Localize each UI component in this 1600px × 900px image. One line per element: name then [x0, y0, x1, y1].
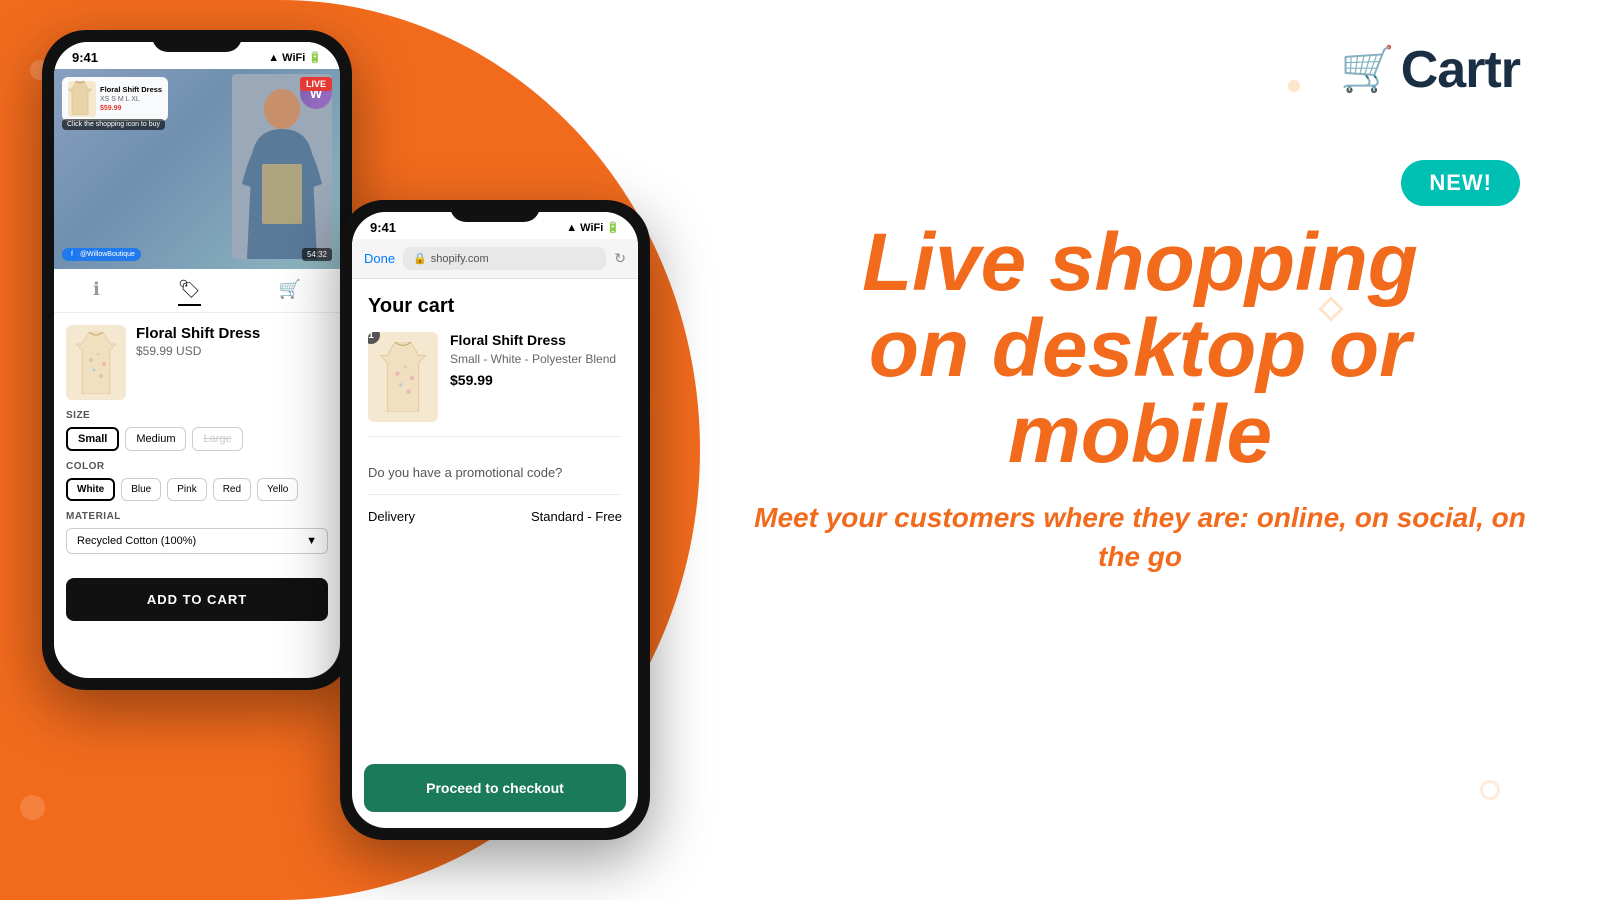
- popup-info: Floral Shift Dress XS S M L XL $59.99: [100, 85, 162, 113]
- color-blue[interactable]: Blue: [121, 478, 161, 501]
- product-dress-svg: [76, 332, 116, 394]
- product-name: Floral Shift Dress: [136, 325, 328, 342]
- checkout-button[interactable]: Proceed to checkout: [364, 764, 626, 812]
- back-phone-screen: 9:41 ▲ WiFi 🔋: [54, 42, 340, 678]
- color-red[interactable]: Red: [213, 478, 251, 501]
- back-phone-frame: 9:41 ▲ WiFi 🔋: [42, 30, 352, 690]
- front-phone-frame: 9:41 ▲ WiFi 🔋 Done 🔒 shopify.com ↻ Your …: [340, 200, 650, 840]
- color-yellow[interactable]: Yello: [257, 478, 298, 501]
- fb-bar: f @WillowBoutique: [62, 248, 141, 261]
- live-video-area: Floral Shift Dress XS S M L XL $59.99 Cl…: [54, 69, 340, 269]
- video-timestamp: 54:32: [302, 248, 332, 261]
- cart-item-price: $59.99: [450, 372, 622, 388]
- size-section: SIZE Small Medium Large: [66, 410, 328, 451]
- color-white[interactable]: White: [66, 478, 115, 501]
- color-options: White Blue Pink Red Yello: [66, 478, 328, 501]
- cart-item-variant: Small - White - Polyester Blend: [450, 352, 622, 366]
- logo-area: 🛒 Cartr: [1340, 40, 1520, 100]
- logo-text: Cartr: [1401, 40, 1520, 100]
- size-label: SIZE: [66, 410, 328, 421]
- promo-code-row[interactable]: Do you have a promotional code?: [368, 451, 622, 495]
- headline-sub: Meet your customers where they are: onli…: [730, 498, 1550, 576]
- cart-content: Your cart 1: [352, 279, 638, 795]
- nav-info-icon[interactable]: ℹ: [93, 279, 100, 306]
- headline-main: Live shopping on desktop or mobile: [730, 220, 1550, 478]
- back-phone-time: 9:41: [72, 50, 98, 65]
- click-hint: Click the shopping icon to buy: [62, 119, 165, 130]
- cart-dress-svg: [378, 342, 428, 412]
- refresh-icon[interactable]: ↻: [614, 250, 626, 267]
- product-thumbnail: [66, 325, 126, 400]
- cart-item-info: Floral Shift Dress Small - White - Polye…: [450, 332, 622, 388]
- front-phone-screen: 9:41 ▲ WiFi 🔋 Done 🔒 shopify.com ↻ Your …: [352, 212, 638, 828]
- size-options: Small Medium Large: [66, 427, 328, 451]
- back-phone-notch: [152, 30, 242, 52]
- url-bar[interactable]: 🔒 shopify.com: [403, 247, 606, 270]
- new-badge: NEW!: [1401, 160, 1520, 206]
- color-label: COLOR: [66, 461, 328, 472]
- browser-bar: Done 🔒 shopify.com ↻: [352, 239, 638, 279]
- cart-item-image: 1: [368, 332, 438, 422]
- size-medium[interactable]: Medium: [125, 427, 186, 451]
- delivery-value: Standard - Free: [531, 509, 622, 524]
- browser-done-button[interactable]: Done: [364, 251, 395, 266]
- product-price: $59.99 USD: [136, 344, 328, 358]
- live-badge: LIVE: [300, 77, 332, 91]
- deco-circle-outline: [1480, 780, 1500, 800]
- popup-product-image: [68, 81, 96, 117]
- size-small[interactable]: Small: [66, 427, 119, 451]
- front-phone: 9:41 ▲ WiFi 🔋 Done 🔒 shopify.com ↻ Your …: [340, 200, 650, 840]
- back-phone-status-icons: ▲ WiFi 🔋: [268, 51, 322, 64]
- deco-circle-3: [1288, 80, 1300, 92]
- material-section: MATERIAL Recycled Cotton (100%) ▼: [66, 511, 328, 554]
- delivery-row: Delivery Standard - Free: [368, 495, 622, 538]
- add-to-cart-button[interactable]: ADD TO CART: [66, 578, 328, 621]
- front-phone-time: 9:41: [370, 220, 396, 235]
- front-phone-status-icons: ▲ WiFi 🔋: [566, 221, 620, 234]
- front-phone-notch: [450, 200, 540, 222]
- delivery-label: Delivery: [368, 509, 415, 524]
- product-listing: Floral Shift Dress $59.99 USD SIZE Small…: [54, 313, 340, 566]
- logo-cart-icon: 🛒: [1340, 48, 1395, 92]
- cart-item: 1 Floral Shift Dress: [368, 332, 622, 437]
- headline-area: Live shopping on desktop or mobile Meet …: [730, 220, 1550, 577]
- nav-tag-icon[interactable]: 🏷: [178, 279, 201, 306]
- color-pink[interactable]: Pink: [167, 478, 206, 501]
- size-large: Large: [192, 427, 242, 451]
- cart-title: Your cart: [368, 295, 622, 318]
- material-select[interactable]: Recycled Cotton (100%) ▼: [66, 528, 328, 554]
- back-phone: 9:41 ▲ WiFi 🔋: [42, 30, 352, 690]
- app-nav: ℹ 🏷 🛒: [54, 269, 340, 313]
- product-info: Floral Shift Dress $59.99 USD: [136, 325, 328, 358]
- material-label: MATERIAL: [66, 511, 328, 522]
- color-section: COLOR White Blue Pink Red Yello: [66, 461, 328, 501]
- deco-circle-2: [20, 795, 45, 820]
- popup-dress-svg: [68, 81, 92, 115]
- nav-cart-icon[interactable]: 🛒: [279, 279, 301, 306]
- product-row: Floral Shift Dress $59.99 USD: [66, 325, 328, 400]
- cart-item-name: Floral Shift Dress: [450, 332, 622, 348]
- product-popup[interactable]: Floral Shift Dress XS S M L XL $59.99: [62, 77, 168, 121]
